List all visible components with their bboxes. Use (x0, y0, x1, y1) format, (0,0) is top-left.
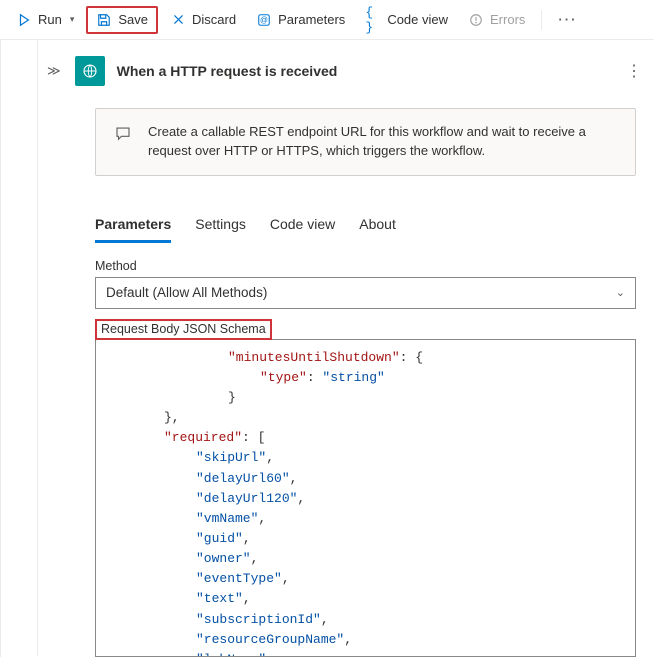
run-label: Run (38, 12, 62, 27)
errors-label: Errors (490, 12, 525, 27)
info-box: Create a callable REST endpoint URL for … (95, 108, 636, 176)
save-icon (96, 12, 112, 28)
method-selected-value: Default (Allow All Methods) (106, 285, 267, 300)
codeview-label: Code view (387, 12, 448, 27)
collapse-icon[interactable]: ≫ (45, 61, 63, 81)
tab-settings[interactable]: Settings (195, 208, 246, 243)
tab-row: Parameters Settings Code view About (39, 202, 654, 243)
error-icon (468, 12, 484, 28)
more-button[interactable]: ··· (550, 8, 585, 31)
save-button[interactable]: Save (86, 6, 158, 34)
info-text: Create a callable REST endpoint URL for … (148, 123, 617, 161)
http-request-icon (75, 56, 105, 86)
chevron-down-icon: ⌄ (616, 286, 625, 299)
trigger-title: When a HTTP request is received (117, 63, 338, 79)
json-schema-label: Request Body JSON Schema (95, 319, 272, 340)
trigger-header: ≫ When a HTTP request is received ⋮ (39, 40, 654, 102)
command-bar: Run ▾ Save Discard @ Parameters { } Code… (0, 0, 654, 40)
toolbar-separator (541, 10, 542, 30)
trigger-menu-icon[interactable]: ⋮ (626, 61, 642, 81)
svg-text:@: @ (260, 15, 268, 24)
errors-button: Errors (460, 8, 533, 32)
parameters-form: Method Default (Allow All Methods) ⌄ Req… (39, 243, 654, 657)
parameters-label: Parameters (278, 12, 345, 27)
discard-button[interactable]: Discard (162, 8, 244, 32)
parameters-button[interactable]: @ Parameters (248, 8, 353, 32)
discard-label: Discard (192, 12, 236, 27)
play-icon (16, 12, 32, 28)
method-label: Method (95, 259, 636, 273)
comment-icon (114, 125, 132, 149)
method-select[interactable]: Default (Allow All Methods) ⌄ (95, 277, 636, 309)
run-button[interactable]: Run ▾ (8, 8, 82, 32)
json-schema-editor[interactable]: "minutesUntilShutdown": {"type": "string… (95, 339, 636, 657)
braces-icon: { } (365, 12, 381, 28)
chevron-down-icon: ▾ (70, 14, 75, 25)
parameters-icon: @ (256, 12, 272, 28)
save-label: Save (118, 12, 148, 27)
designer-panel: ≫ When a HTTP request is received ⋮ Crea… (0, 40, 654, 657)
codeview-button[interactable]: { } Code view (357, 8, 456, 32)
left-rail (0, 40, 38, 656)
tab-about[interactable]: About (359, 208, 396, 243)
tab-parameters[interactable]: Parameters (95, 208, 171, 243)
tab-codeview[interactable]: Code view (270, 208, 335, 243)
close-icon (170, 12, 186, 28)
